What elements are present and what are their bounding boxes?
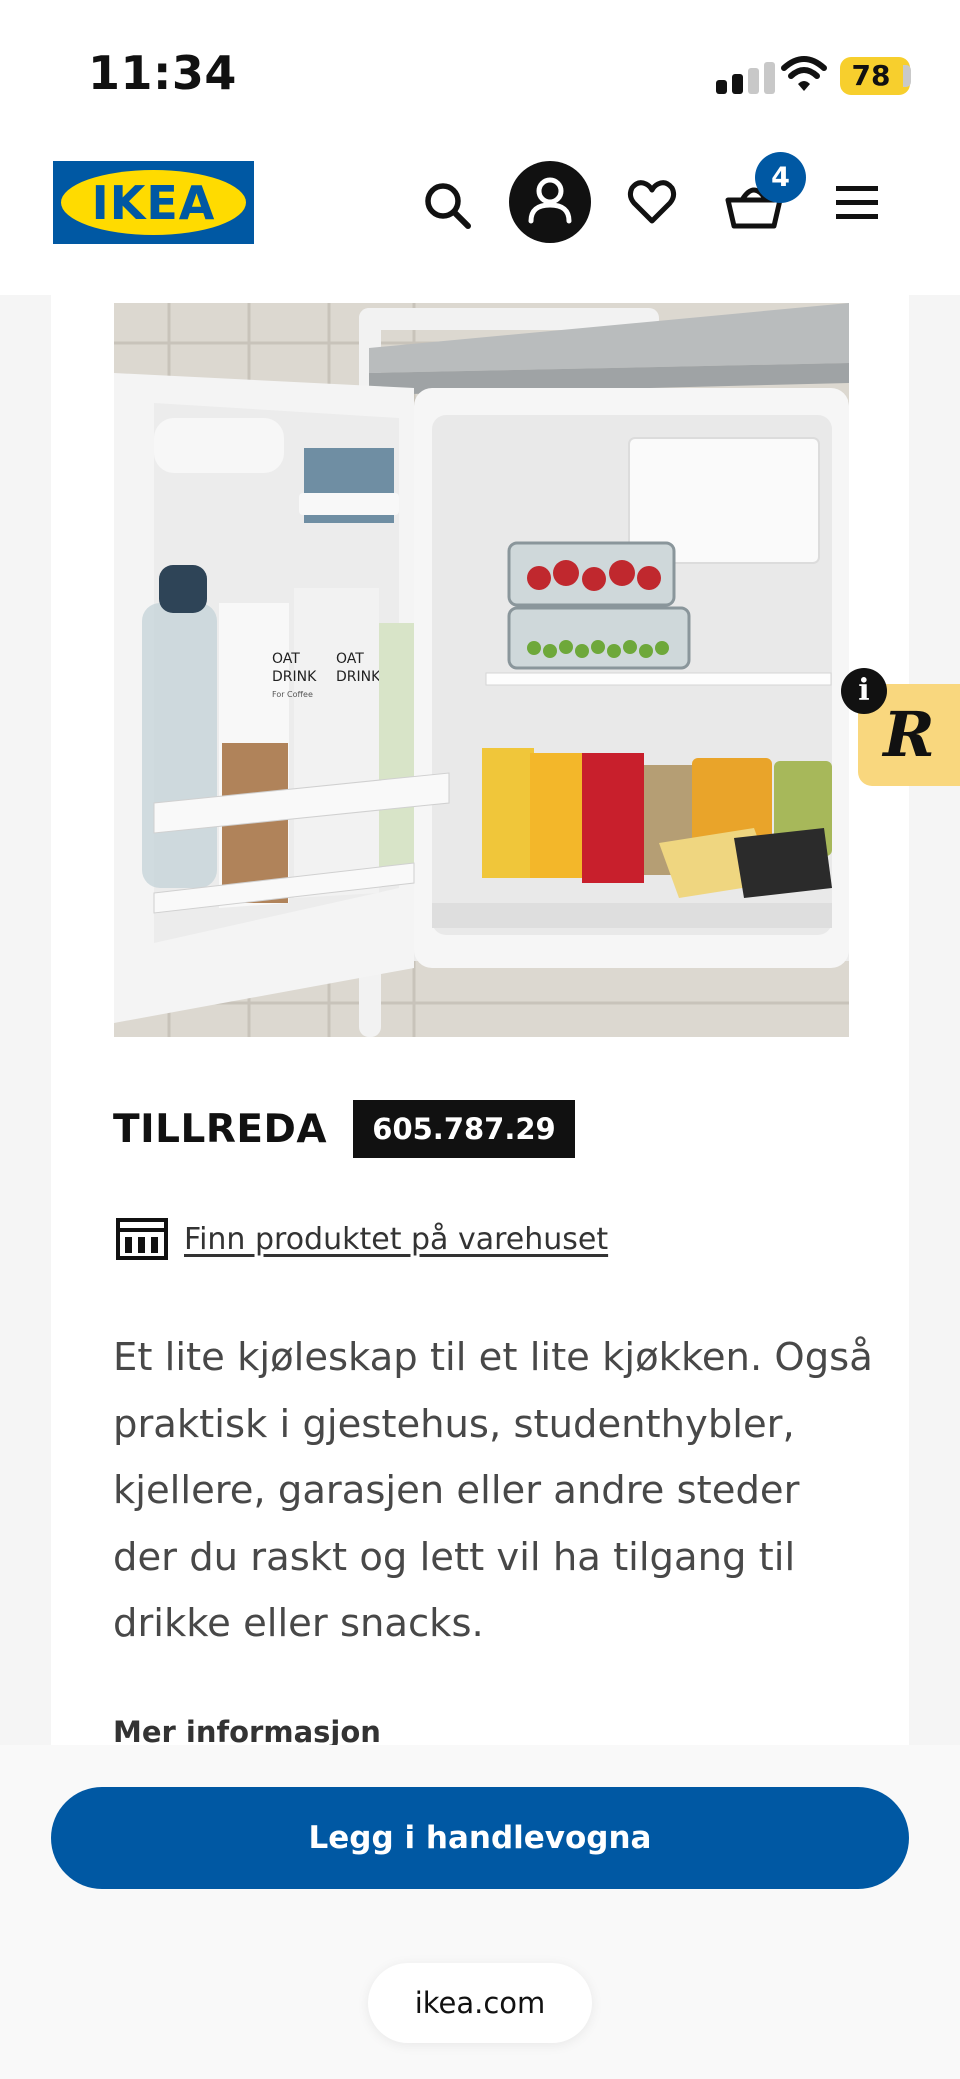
account-icon — [528, 177, 572, 224]
info-icon[interactable]: i — [841, 668, 887, 714]
heart-icon[interactable] — [626, 176, 678, 228]
product-image[interactable]: OAT DRINK For Coffee OAT DRINK — [114, 303, 849, 1037]
carton-2-label-line2: DRINK — [336, 669, 381, 685]
cart-count-badge: 4 — [755, 152, 806, 203]
signal-icon — [716, 62, 778, 94]
browser-url-pill[interactable]: ikea.com — [368, 1963, 592, 2043]
find-in-store-text: Finn produktet på varehuset — [184, 1222, 609, 1257]
wifi-icon — [781, 56, 827, 91]
store-icon — [116, 1218, 168, 1260]
search-icon[interactable] — [420, 178, 476, 234]
product-card: OAT DRINK For Coffee OAT DRINK TILLREDA … — [51, 295, 909, 1749]
status-bar: 11:34 78 — [0, 0, 960, 140]
carton-1-label-line2: DRINK — [272, 669, 317, 685]
battery-level: 78 — [851, 59, 891, 92]
carton-1-sub-label: For Coffee — [272, 690, 313, 699]
bottom-action-bar: Legg i handlevogna ikea.com — [0, 1745, 960, 2079]
hamburger-menu-icon[interactable] — [834, 182, 880, 222]
battery-icon: 78 — [840, 57, 911, 95]
account-button[interactable] — [509, 161, 591, 243]
product-description: Et lite kjøleskap til et lite kjøkken. O… — [113, 1335, 873, 1646]
status-time: 11:34 — [88, 46, 237, 100]
carton-1-label-line1: OAT — [272, 651, 300, 667]
ikea-logo[interactable]: IKEA — [53, 161, 254, 244]
add-to-cart-button[interactable]: Legg i handlevogna — [51, 1787, 909, 1889]
article-number-badge: 605.787.29 — [353, 1100, 575, 1158]
more-information-heading[interactable]: Mer informasjon — [113, 1715, 381, 1749]
carton-2-label-line1: OAT — [336, 651, 364, 667]
site-header: IKEA 4 — [0, 140, 960, 295]
logo-text: IKEA — [91, 176, 216, 230]
product-name: TILLREDA — [113, 1107, 328, 1152]
